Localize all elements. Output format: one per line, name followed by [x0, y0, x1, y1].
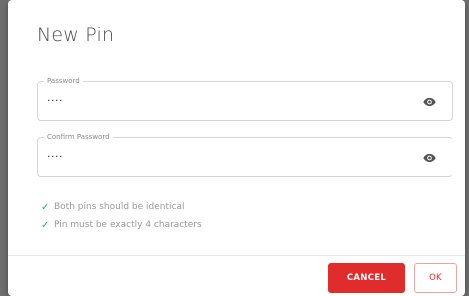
rule-identical: ✓ Both pins should be identical: [41, 198, 202, 216]
dialog-title: New Pin: [37, 24, 115, 46]
confirm-password-input[interactable]: ····: [47, 150, 63, 164]
confirm-password-field[interactable]: Confirm Password ····: [37, 131, 453, 177]
new-pin-dialog: New Pin Password ···· Confirm Password ·…: [8, 0, 465, 296]
footer-divider: [8, 255, 465, 256]
check-icon: ✓: [41, 219, 50, 231]
confirm-password-label: Confirm Password: [44, 131, 113, 143]
eye-icon[interactable]: [422, 95, 437, 109]
password-label: Password: [44, 75, 83, 87]
cancel-button[interactable]: CANCEL: [328, 263, 405, 293]
rule-length: ✓ Pin must be exactly 4 characters: [41, 216, 202, 234]
rule-text: Both pins should be identical: [54, 202, 185, 212]
pin-rules-list: ✓ Both pins should be identical ✓ Pin mu…: [41, 198, 202, 234]
password-input[interactable]: ····: [47, 94, 63, 108]
ok-button[interactable]: OK: [414, 263, 457, 293]
rule-text: Pin must be exactly 4 characters: [54, 220, 202, 230]
eye-icon[interactable]: [422, 151, 437, 165]
password-field[interactable]: Password ····: [37, 75, 453, 121]
check-icon: ✓: [41, 201, 50, 213]
